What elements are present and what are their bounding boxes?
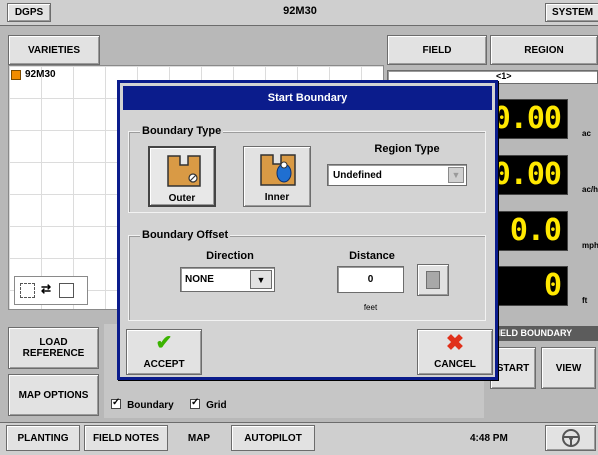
load-reference-button[interactable]: LOAD REFERENCE <box>8 327 99 369</box>
field-button[interactable]: FIELD <box>387 35 487 65</box>
zoom-field-icon <box>59 283 74 298</box>
map-options-button[interactable]: MAP OPTIONS <box>8 374 99 416</box>
direction-label: Direction <box>206 250 254 262</box>
zoom-toggle-button[interactable]: ⇄ <box>14 276 88 305</box>
inner-label: Inner <box>264 192 290 203</box>
variety-list-item[interactable]: 92M30 <box>10 69 120 81</box>
distance-unit: ft <box>582 296 588 305</box>
boundary-offset-label: Boundary Offset <box>140 229 231 241</box>
start-boundary-dialog: Start Boundary Boundary Type Outer Inner… <box>117 80 498 380</box>
boundary-type-label: Boundary Type <box>140 125 224 137</box>
close-icon: ✖ <box>445 330 465 355</box>
rate-value: 0.00 <box>492 157 562 192</box>
page-title: 92M30 <box>283 5 317 17</box>
distance-readout: 0 <box>493 266 568 306</box>
area-readout: 0.00 <box>493 99 568 139</box>
keypad-button[interactable] <box>417 264 449 296</box>
inner-boundary-icon <box>260 154 296 186</box>
region-type-label: Region Type <box>374 143 440 155</box>
clock-time: 4:48 PM <box>470 433 508 444</box>
system-button[interactable]: SYSTEM <box>545 3 598 22</box>
boundary-checkbox-box[interactable]: ✓ <box>111 397 121 409</box>
steering-wheel-icon <box>561 429 580 447</box>
area-unit: ac <box>582 129 591 138</box>
swap-arrows-icon: ⇄ <box>41 282 52 296</box>
top-bar: DGPS 92M30 SYSTEM <box>0 0 598 26</box>
cancel-label: CANCEL <box>434 359 476 370</box>
outer-label: Outer <box>168 193 196 204</box>
varieties-button[interactable]: VARIETIES <box>8 35 100 65</box>
region-type-value: Undefined <box>333 170 382 181</box>
boundary-checkbox-label: Boundary <box>127 400 174 411</box>
tab-field-notes[interactable]: FIELD NOTES <box>84 425 168 451</box>
speed-value: 0.0 <box>509 213 562 248</box>
distance-input[interactable]: 0 <box>337 266 404 293</box>
region-type-select[interactable]: Undefined ▼ <box>327 164 467 186</box>
keypad-icon <box>426 271 440 289</box>
area-value: 0.00 <box>492 101 562 136</box>
field-boundary-header: FIELD BOUNDARY <box>488 326 598 341</box>
variety-name: 92M30 <box>25 69 56 80</box>
distance-label: Distance <box>349 250 395 262</box>
distance-unit-label: feet <box>363 303 378 312</box>
steering-wheel-button[interactable] <box>545 425 596 451</box>
region-button[interactable]: REGION <box>490 35 598 65</box>
accept-label: ACCEPT <box>143 359 185 370</box>
inner-boundary-button[interactable]: Inner <box>243 146 311 207</box>
direction-select[interactable]: NONE ▼ <box>180 267 275 292</box>
speed-readout: 0.0 <box>493 211 568 251</box>
boundary-checkbox[interactable]: ✓ Boundary <box>111 397 174 411</box>
speed-unit: mph <box>582 241 598 250</box>
chevron-down-icon[interactable]: ▼ <box>448 167 464 183</box>
outer-boundary-icon <box>167 155 201 187</box>
grid-checkbox[interactable]: ✓ Grid <box>190 397 227 411</box>
zoom-extents-icon <box>20 283 35 298</box>
tab-planting[interactable]: PLANTING <box>6 425 80 451</box>
view-boundary-button[interactable]: VIEW <box>541 347 596 389</box>
distance-readout-value: 0 <box>543 268 562 303</box>
accept-button[interactable]: ✔ ACCEPT <box>126 329 202 375</box>
tab-map[interactable]: MAP <box>170 425 228 451</box>
tab-autopilot[interactable]: AUTOPILOT <box>231 425 315 451</box>
dialog-title: Start Boundary <box>123 86 492 110</box>
cancel-button[interactable]: ✖ CANCEL <box>417 329 493 375</box>
grid-checkbox-box[interactable]: ✓ <box>190 397 200 409</box>
checkmark-icon: ✔ <box>155 332 173 354</box>
rate-unit: ac/h <box>582 185 598 194</box>
variety-color-swatch <box>11 70 21 80</box>
chevron-down-icon[interactable]: ▼ <box>250 270 272 289</box>
direction-value: NONE <box>185 274 214 285</box>
dgps-button[interactable]: DGPS <box>7 3 51 22</box>
outer-boundary-button[interactable]: Outer <box>148 146 216 207</box>
grid-checkbox-label: Grid <box>206 400 227 411</box>
rate-readout: 0.00 <box>493 155 568 195</box>
